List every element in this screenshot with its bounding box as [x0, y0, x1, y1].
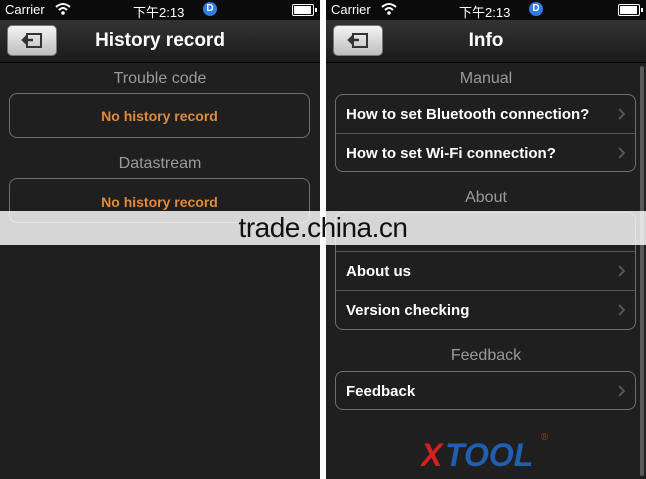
wifi-icon [381, 3, 397, 15]
registered-mark: ® [541, 432, 549, 443]
list-item-label: How to set Wi-Fi connection? [346, 145, 556, 162]
clock: 下午2:13 [459, 5, 511, 20]
carrier-label: Carrier [331, 2, 371, 17]
list-item-label: Feedback [346, 383, 416, 400]
wifi-icon [55, 3, 71, 15]
chevron-right-icon [618, 147, 625, 159]
xtool-logo: X TOOL ® [421, 432, 549, 470]
navigation-bar: History record [0, 20, 320, 63]
empty-state-label: No history record [101, 108, 218, 124]
logo-letter-x: X [421, 437, 444, 470]
battery-icon [292, 4, 317, 16]
section-header-about: About [465, 189, 507, 206]
section-header-datastream: Datastream [118, 155, 202, 172]
scrollbar[interactable] [640, 66, 644, 476]
list-item-version-checking[interactable]: Version checking [336, 290, 635, 329]
status-badge: D [529, 2, 543, 16]
chevron-right-icon [618, 108, 625, 120]
list-item-label: About us [346, 263, 411, 280]
empty-state-label: No history record [101, 194, 218, 210]
list-item-bluetooth-help[interactable]: How to set Bluetooth connection? [336, 95, 635, 133]
chevron-right-icon [618, 385, 625, 397]
back-arrow-icon [347, 33, 368, 48]
section-header-trouble-code: Trouble code [113, 70, 207, 87]
list-item-about-us[interactable]: About us [336, 251, 635, 290]
watermark-text: trade.china.cn [238, 212, 408, 243]
back-arrow-icon [21, 33, 42, 48]
clock: 下午2:13 [133, 5, 185, 20]
chevron-right-icon [618, 304, 625, 316]
logo-letters-tool: TOOL [445, 437, 533, 470]
page-title: History record [95, 30, 225, 51]
status-bar: Carrier 下午2:13 D [326, 0, 646, 20]
section-header-manual: Manual [459, 70, 513, 87]
navigation-bar: Info [326, 20, 646, 63]
status-badge: D [203, 2, 217, 16]
back-button[interactable] [7, 25, 57, 56]
section-header-feedback: Feedback [450, 347, 522, 364]
feedback-group: Feedback [335, 371, 636, 410]
chevron-right-icon [618, 265, 625, 277]
status-bar: Carrier 下午2:13 D [0, 0, 320, 20]
list-item-label: How to set Bluetooth connection? [346, 106, 590, 123]
back-button[interactable] [333, 25, 383, 56]
carrier-label: Carrier [5, 2, 45, 17]
list-item-feedback[interactable]: Feedback [336, 372, 635, 409]
page-title: Info [468, 30, 504, 51]
trouble-code-group: No history record [9, 93, 310, 138]
list-item-label: Version checking [346, 302, 470, 319]
list-item-wifi-help[interactable]: How to set Wi-Fi connection? [336, 133, 635, 171]
manual-group: How to set Bluetooth connection? How to … [335, 94, 636, 172]
battery-icon [618, 4, 643, 16]
